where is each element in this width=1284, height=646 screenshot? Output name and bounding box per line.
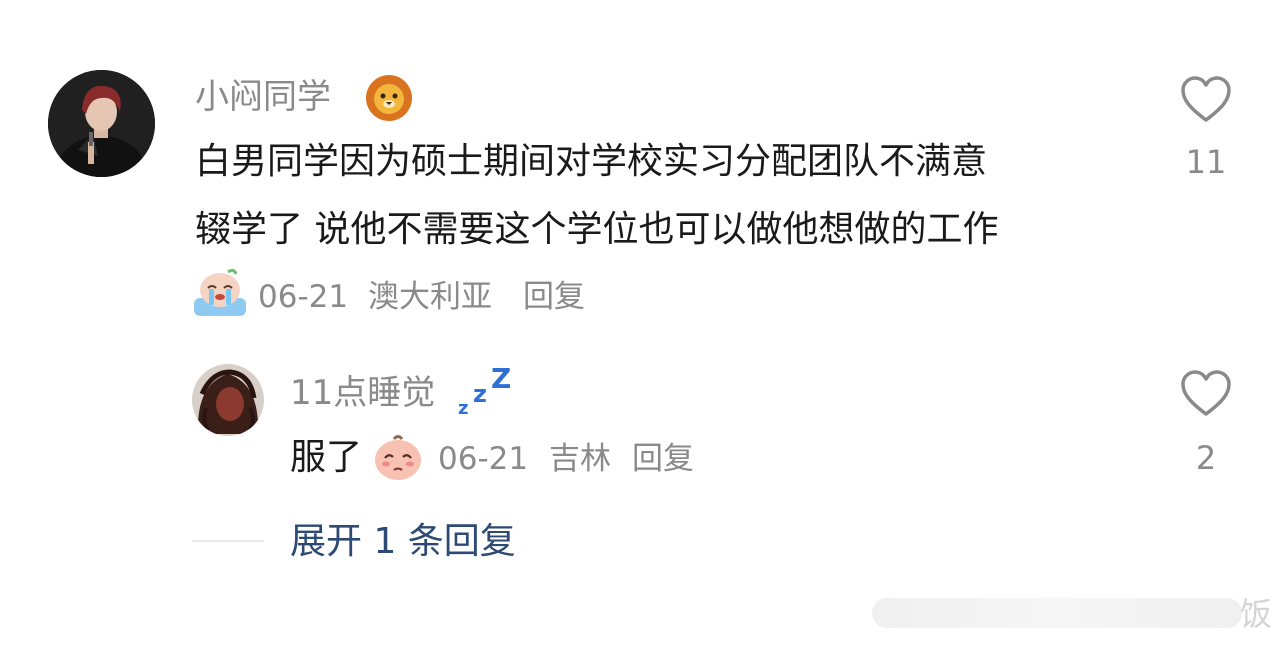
watermark-bar xyxy=(872,598,1242,628)
crying-sticker-icon xyxy=(192,266,248,318)
svg-text:z: z xyxy=(458,398,468,416)
comment-text-line2: 辍学了 说他不需要这个学位也可以做他想做的工作 xyxy=(195,209,999,250)
reply-username[interactable]: 11点睡觉 xyxy=(290,376,435,410)
reply-text: 服了 xyxy=(290,437,363,478)
reply-location: 吉林 xyxy=(549,441,611,477)
sad-peach-sticker-icon xyxy=(372,432,424,482)
comment-text-line1: 白男同学因为硕士期间对学校实习分配团队不满意 xyxy=(195,141,988,182)
expand-replies-link[interactable]: 展开 1 条回复 xyxy=(290,524,516,560)
comment-like-count: 11 xyxy=(1185,143,1227,181)
heart-icon[interactable] xyxy=(1180,76,1232,124)
lion-emoji-icon xyxy=(364,72,414,122)
reply-heart-icon[interactable] xyxy=(1180,370,1232,418)
svg-text:Z: Z xyxy=(491,362,511,395)
comment-location: 澳大利亚 xyxy=(368,279,492,315)
reply-reply-button[interactable]: 回复 xyxy=(632,444,694,475)
comment-date: 06-21 xyxy=(258,279,349,315)
watermark-text: 饭 xyxy=(1240,595,1273,633)
expand-divider xyxy=(192,540,264,542)
svg-text:z: z xyxy=(473,380,487,408)
reply-like-count: 2 xyxy=(1195,439,1217,477)
avatar[interactable] xyxy=(48,70,155,177)
reply-date: 06-21 xyxy=(438,441,529,477)
reply-avatar[interactable] xyxy=(192,364,264,436)
comment-reply-button[interactable]: 回复 xyxy=(523,282,585,313)
zzz-emoji-icon: z z Z xyxy=(456,362,514,419)
comment-username[interactable]: 小闷同学 xyxy=(195,80,331,114)
